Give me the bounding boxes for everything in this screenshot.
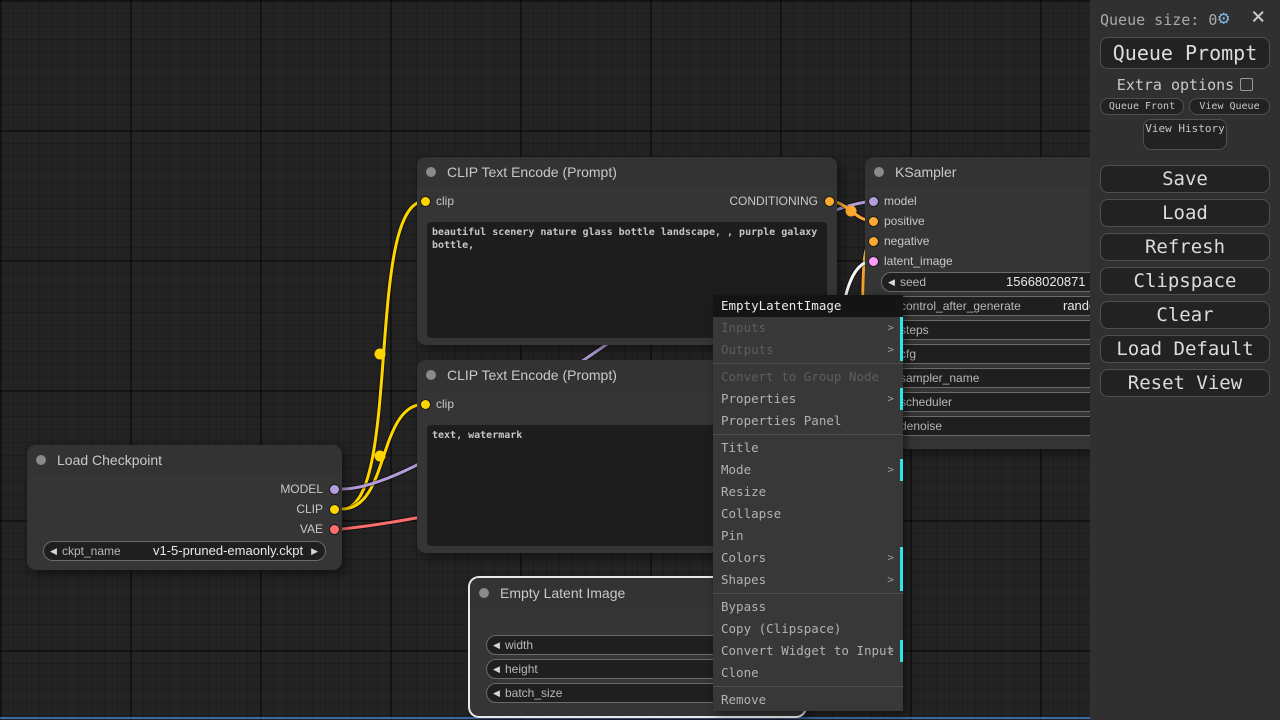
output-slot-VAE[interactable]: VAE	[27, 519, 342, 539]
input-dot-model[interactable]	[869, 196, 878, 206]
view-queue-button[interactable]: View Queue	[1189, 98, 1270, 115]
close-icon[interactable]: ×	[1251, 2, 1265, 30]
widget-ckpt_name[interactable]: ckpt_name v1-5-pruned-emaonly.ckpt	[43, 541, 326, 561]
node-status-dot-icon	[36, 455, 46, 465]
context-menu-separator	[713, 686, 903, 687]
context-menu-item-colors[interactable]: Colors	[713, 547, 903, 569]
widget-value: v1-5-pruned-emaonly.ckpt	[153, 543, 304, 558]
widget-name: ckpt_name	[62, 544, 121, 558]
node-title: KSampler	[895, 164, 957, 180]
widget-name: steps	[900, 323, 929, 337]
settings-gear-icon[interactable]: ⚙	[1218, 7, 1229, 29]
node-status-dot-icon	[426, 370, 436, 380]
output-label: CLIP	[296, 502, 323, 516]
queue-front-button[interactable]: Queue Front	[1100, 98, 1184, 115]
output-slot-CONDITIONING[interactable]: CONDITIONING	[417, 191, 837, 211]
context-menu-separator	[713, 434, 903, 435]
output-dot-VAE[interactable]	[329, 524, 339, 534]
output-label: VAE	[299, 522, 323, 536]
clear-button[interactable]: Clear	[1100, 301, 1270, 329]
reset-view-button[interactable]: Reset View	[1100, 369, 1270, 397]
node-graph-canvas[interactable]: CLIP Text Encode (Prompt) clip CONDITIONIN…	[0, 0, 1280, 720]
widget-name: height	[505, 662, 538, 676]
context-menu-item-title[interactable]: Title	[713, 437, 903, 459]
context-menu-item-convert-to-group-node[interactable]: Convert to Group Node	[713, 366, 903, 388]
context-menu-item-shapes[interactable]: Shapes	[713, 569, 903, 591]
output-slot-MODEL[interactable]: MODEL	[27, 479, 342, 499]
context-menu-item-remove[interactable]: Remove	[713, 689, 903, 711]
save-button[interactable]: Save	[1100, 165, 1270, 193]
link-midpoint-dot[interactable]	[374, 348, 386, 360]
context-menu-item-resize[interactable]: Resize	[713, 481, 903, 503]
widget-name: sampler_name	[900, 371, 980, 385]
link-midpoint-dot[interactable]	[374, 450, 386, 462]
widget-value: 15668020871	[1006, 274, 1086, 289]
node-title: Load Checkpoint	[57, 452, 163, 468]
input-label: model	[884, 194, 917, 208]
context-menu-item-pin[interactable]: Pin	[713, 525, 903, 547]
output-dot-MODEL[interactable]	[329, 484, 339, 494]
output-label: CONDITIONING	[729, 194, 818, 208]
input-dot-negative[interactable]	[869, 236, 878, 246]
node-status-dot-icon	[874, 167, 884, 177]
context-menu: EmptyLatentImage InputsOutputs Convert to…	[713, 295, 903, 711]
queue-prompt-button[interactable]: Queue Prompt	[1100, 37, 1270, 69]
widget-name: control_after_generate	[900, 299, 1021, 313]
load-button[interactable]: Load	[1100, 199, 1270, 227]
context-menu-item-convert-widget-to-input[interactable]: Convert Widget to Input	[713, 640, 903, 662]
context-menu-item-copy-clipspace-[interactable]: Copy (Clipspace)	[713, 618, 903, 640]
node-title: Empty Latent Image	[500, 585, 626, 601]
node-title: CLIP Text Encode (Prompt)	[447, 164, 617, 180]
context-menu-separator	[713, 593, 903, 594]
node-status-dot-icon	[479, 588, 489, 598]
output-label: MODEL	[280, 482, 323, 496]
node-title-bar[interactable]: CLIP Text Encode (Prompt)	[417, 157, 837, 187]
node-status-dot-icon	[426, 167, 436, 177]
link-midpoint-dot[interactable]	[845, 205, 857, 217]
input-dot-latent_image[interactable]	[869, 256, 878, 266]
queue-size-label: Queue size: 0	[1100, 11, 1218, 29]
extra-options-checkbox[interactable]	[1240, 78, 1254, 91]
context-menu-item-properties-panel[interactable]: Properties Panel	[713, 410, 903, 432]
offscreen-node-edge	[0, 717, 1090, 719]
node-title-bar[interactable]: Load Checkpoint	[27, 445, 342, 475]
context-menu-item-inputs[interactable]: Inputs	[713, 317, 903, 339]
input-label: latent_image	[884, 254, 953, 268]
output-dot-CONDITIONING[interactable]	[824, 196, 834, 206]
context-menu-item-properties[interactable]: Properties	[713, 388, 903, 410]
load-default-button[interactable]: Load Default	[1100, 335, 1270, 363]
input-dot-positive[interactable]	[869, 216, 878, 226]
refresh-button[interactable]: Refresh	[1100, 233, 1270, 261]
clipspace-button[interactable]: Clipspace	[1100, 267, 1270, 295]
context-menu-item-mode[interactable]: Mode	[713, 459, 903, 481]
widget-name: batch_size	[505, 686, 563, 700]
queue-size-value: 0	[1208, 11, 1218, 29]
context-menu-item-bypass[interactable]: Bypass	[713, 596, 903, 618]
context-menu-item-collapse[interactable]: Collapse	[713, 503, 903, 525]
output-dot-CLIP[interactable]	[329, 504, 339, 514]
widget-name: width	[505, 638, 534, 652]
widget-name: scheduler	[900, 395, 953, 409]
extra-options-label: Extra options	[1090, 76, 1280, 94]
input-label: negative	[884, 234, 930, 248]
widget-name: seed	[900, 275, 927, 289]
context-menu-title: EmptyLatentImage	[713, 295, 903, 317]
context-menu-separator	[713, 363, 903, 364]
queue-menu-panel: Queue size: 0 ⚙ × Queue Prompt Extra opt…	[1090, 0, 1280, 720]
node-title: CLIP Text Encode (Prompt)	[447, 367, 617, 383]
output-slot-CLIP[interactable]: CLIP	[27, 499, 342, 519]
context-menu-item-outputs[interactable]: Outputs	[713, 339, 903, 361]
context-menu-item-clone[interactable]: Clone	[713, 662, 903, 684]
node-load-checkpoint[interactable]: Load Checkpoint MODEL CLIP VAE ckpt_name v1-5…	[27, 445, 342, 570]
view-history-button[interactable]: View History	[1143, 119, 1227, 150]
widget-name: denoise	[900, 419, 943, 433]
input-label: positive	[884, 214, 925, 228]
